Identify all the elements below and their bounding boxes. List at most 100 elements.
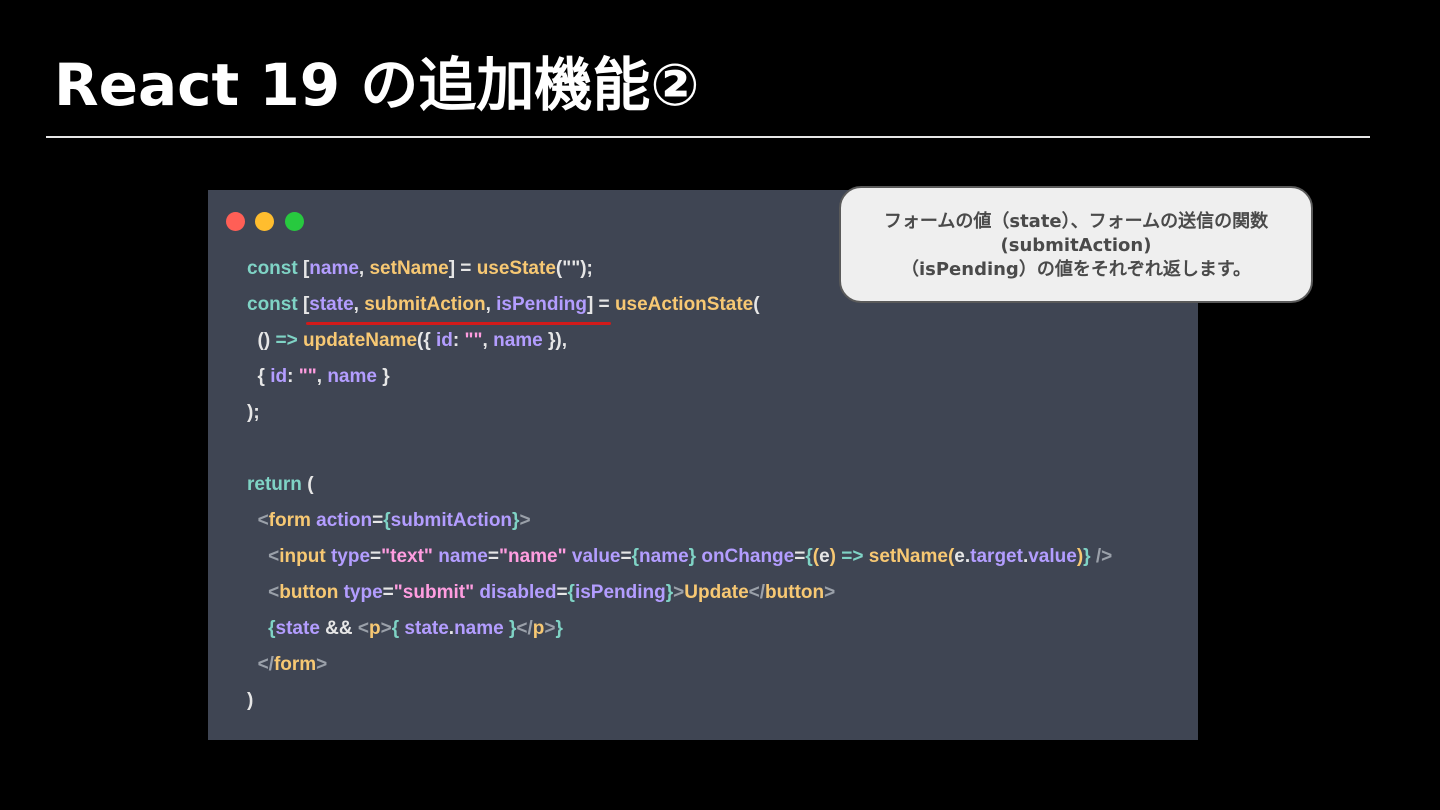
code-token: state: [275, 618, 326, 639]
code-token: =>: [841, 546, 869, 567]
code-token: {: [247, 366, 271, 387]
code-token: {: [567, 582, 575, 603]
title-divider: [46, 136, 1370, 138]
code-token: {: [805, 546, 813, 567]
code-token: id: [436, 330, 453, 351]
code-token: ,: [485, 294, 497, 315]
code-token: =: [794, 546, 806, 567]
code-token: ] =: [586, 294, 615, 315]
code-line: return (: [247, 467, 1112, 503]
code-token: ("");: [555, 258, 593, 279]
code-token: :: [287, 366, 299, 387]
code-token: ({: [417, 330, 437, 351]
code-line: ): [247, 683, 1112, 719]
code-token: (): [247, 330, 276, 351]
code-token: return: [247, 474, 308, 495]
code-token: <: [257, 510, 269, 531]
code-token: >: [544, 618, 556, 639]
code-token: );: [247, 402, 260, 423]
code-token: ,: [353, 294, 365, 315]
code-token: button: [765, 582, 825, 603]
slide-title: React 19 の追加機能②: [54, 51, 700, 119]
callout-line-2: (submitAction): [1000, 235, 1152, 256]
code-token: =>: [275, 330, 303, 351]
code-token: }: [555, 618, 563, 639]
code-token: updateName: [302, 330, 418, 351]
code-token: disabled: [479, 582, 557, 603]
code-token: }),: [542, 330, 568, 351]
code-token: "text": [381, 546, 439, 567]
code-token: (: [753, 294, 760, 315]
code-token: <: [268, 582, 280, 603]
code-token: value: [571, 546, 621, 567]
code-token: setName: [369, 258, 449, 279]
code-token: </: [748, 582, 766, 603]
code-token: >: [316, 654, 328, 675]
code-line: </form>: [247, 647, 1112, 683]
code-token: name: [493, 330, 543, 351]
code-token: p: [532, 618, 545, 639]
code-token: {: [383, 510, 391, 531]
code-token: target: [970, 546, 1023, 567]
code-token: isPending: [496, 294, 587, 315]
code-token: {: [268, 618, 276, 639]
code-token: ): [247, 690, 254, 711]
code-token: =: [372, 510, 384, 531]
code-token: input: [279, 546, 331, 567]
slide: React 19 の追加機能② const [name, setName] = …: [0, 0, 1440, 810]
code-token: name: [639, 546, 689, 567]
code-token: =: [620, 546, 632, 567]
code-token: state: [404, 618, 449, 639]
code-token: name: [327, 366, 377, 387]
highlight-underline: [306, 322, 611, 325]
code-token: ,: [482, 330, 494, 351]
code-token: <: [268, 546, 280, 567]
code-token: form: [273, 654, 317, 675]
code-token: (: [307, 474, 314, 495]
code-token: ] =: [448, 258, 477, 279]
code-token: e: [954, 546, 965, 567]
code-line: () => updateName({ id: "", name }),: [247, 323, 1112, 359]
code-token: </: [516, 618, 533, 639]
window-close-dot-icon: [226, 212, 245, 231]
code-line: { id: "", name }: [247, 359, 1112, 395]
code-token: name: [454, 618, 509, 639]
code-token: value: [1028, 546, 1077, 567]
callout-line-3: （isPending）の値をそれぞれ返します。: [900, 259, 1252, 280]
code-token: id: [270, 366, 288, 387]
code-token: submitAction: [364, 294, 486, 315]
window-minimize-dot-icon: [255, 212, 274, 231]
code-token: useState: [476, 258, 556, 279]
code-token: submitAction: [390, 510, 513, 531]
code-token: >: [519, 510, 531, 531]
code-token: {: [631, 546, 640, 567]
code-token: >: [673, 582, 685, 603]
code-line: {state && <p>{ state.name }</p>}: [247, 611, 1112, 647]
code-token: button: [279, 582, 344, 603]
code-token: action: [316, 510, 373, 531]
code-line: <button type="submit" disabled={isPendin…: [247, 575, 1112, 611]
code-token: }: [376, 366, 390, 387]
code-token: Update: [684, 582, 749, 603]
code-token: ): [829, 546, 842, 567]
code-token: =: [382, 582, 394, 603]
code-token: state: [309, 294, 354, 315]
code-token: p: [369, 618, 381, 639]
code-token: "name": [498, 546, 572, 567]
code-token: />: [1095, 546, 1113, 567]
code-token: </: [257, 654, 274, 675]
code-token: name: [438, 546, 488, 567]
code-token: isPending: [574, 582, 666, 603]
explanation-callout: フォームの値（state）、フォームの送信の関数 (submitAction) …: [839, 186, 1313, 303]
code-token: >: [380, 618, 392, 639]
code-token: "": [464, 330, 483, 351]
code-token: ,: [358, 258, 370, 279]
code-token: onChange: [701, 546, 795, 567]
callout-line-1: フォームの値（state）、フォームの送信の関数: [883, 211, 1269, 232]
code-token: "": [298, 366, 317, 387]
